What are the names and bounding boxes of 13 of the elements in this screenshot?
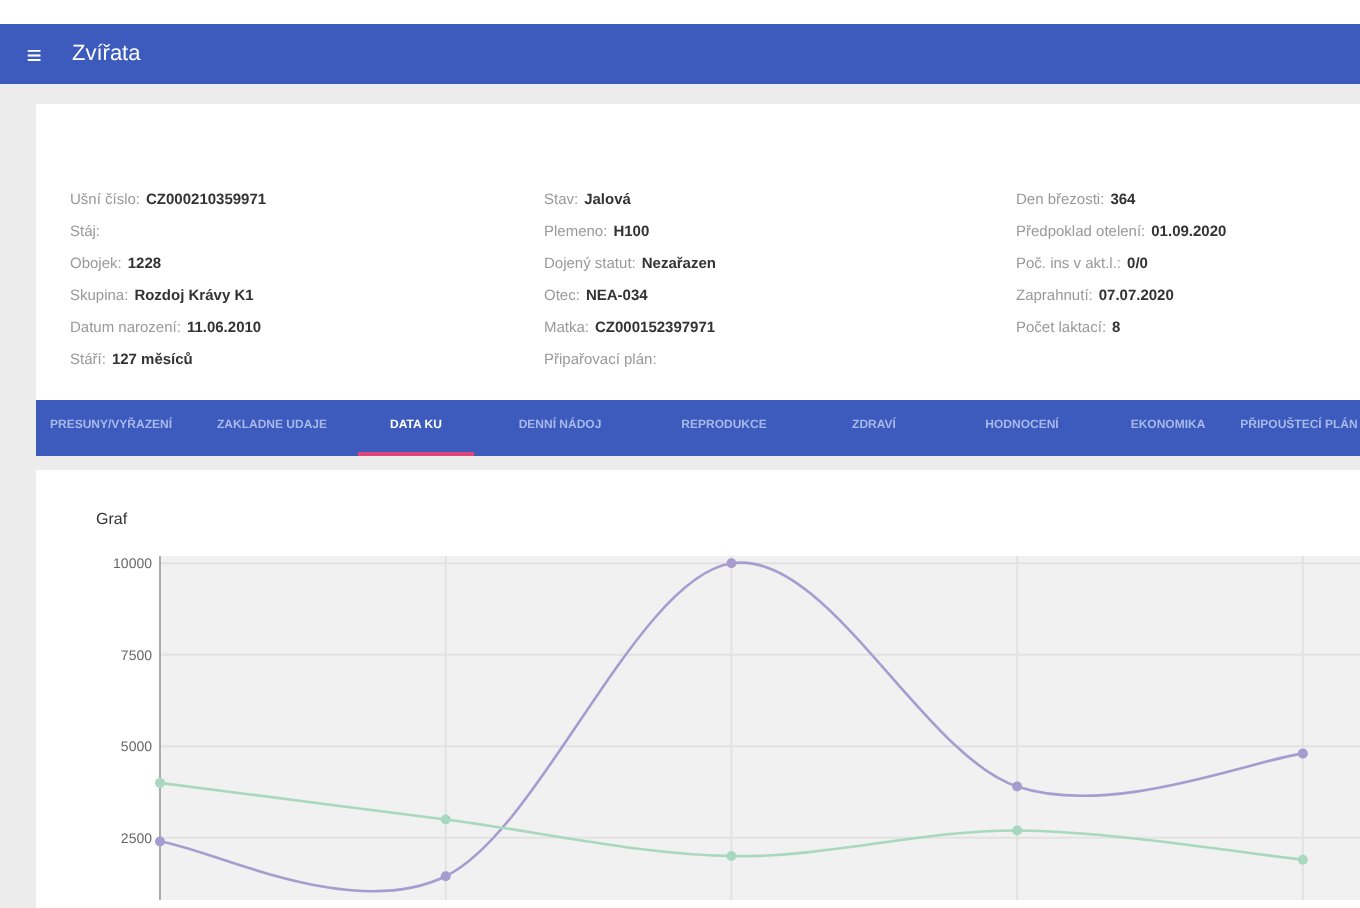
data-point [440, 871, 451, 882]
data-point [1012, 781, 1023, 792]
data-point [726, 851, 737, 862]
menu-button[interactable]: ≡ [20, 41, 48, 67]
data-point [726, 558, 737, 569]
data-point [1012, 825, 1023, 836]
data-point [1297, 854, 1308, 865]
app-title: Zvířata [72, 39, 141, 70]
chart-title: Graf [96, 508, 130, 532]
data-point [155, 836, 165, 847]
data-point [155, 777, 165, 788]
data-point [1297, 748, 1308, 759]
data-point [440, 814, 451, 825]
